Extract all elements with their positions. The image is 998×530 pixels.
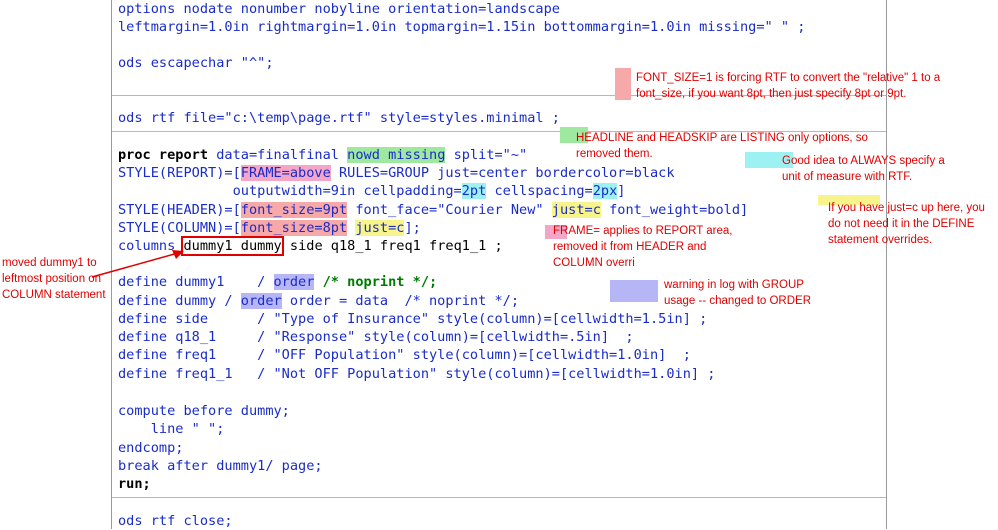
arrow-icon — [91, 250, 184, 278]
